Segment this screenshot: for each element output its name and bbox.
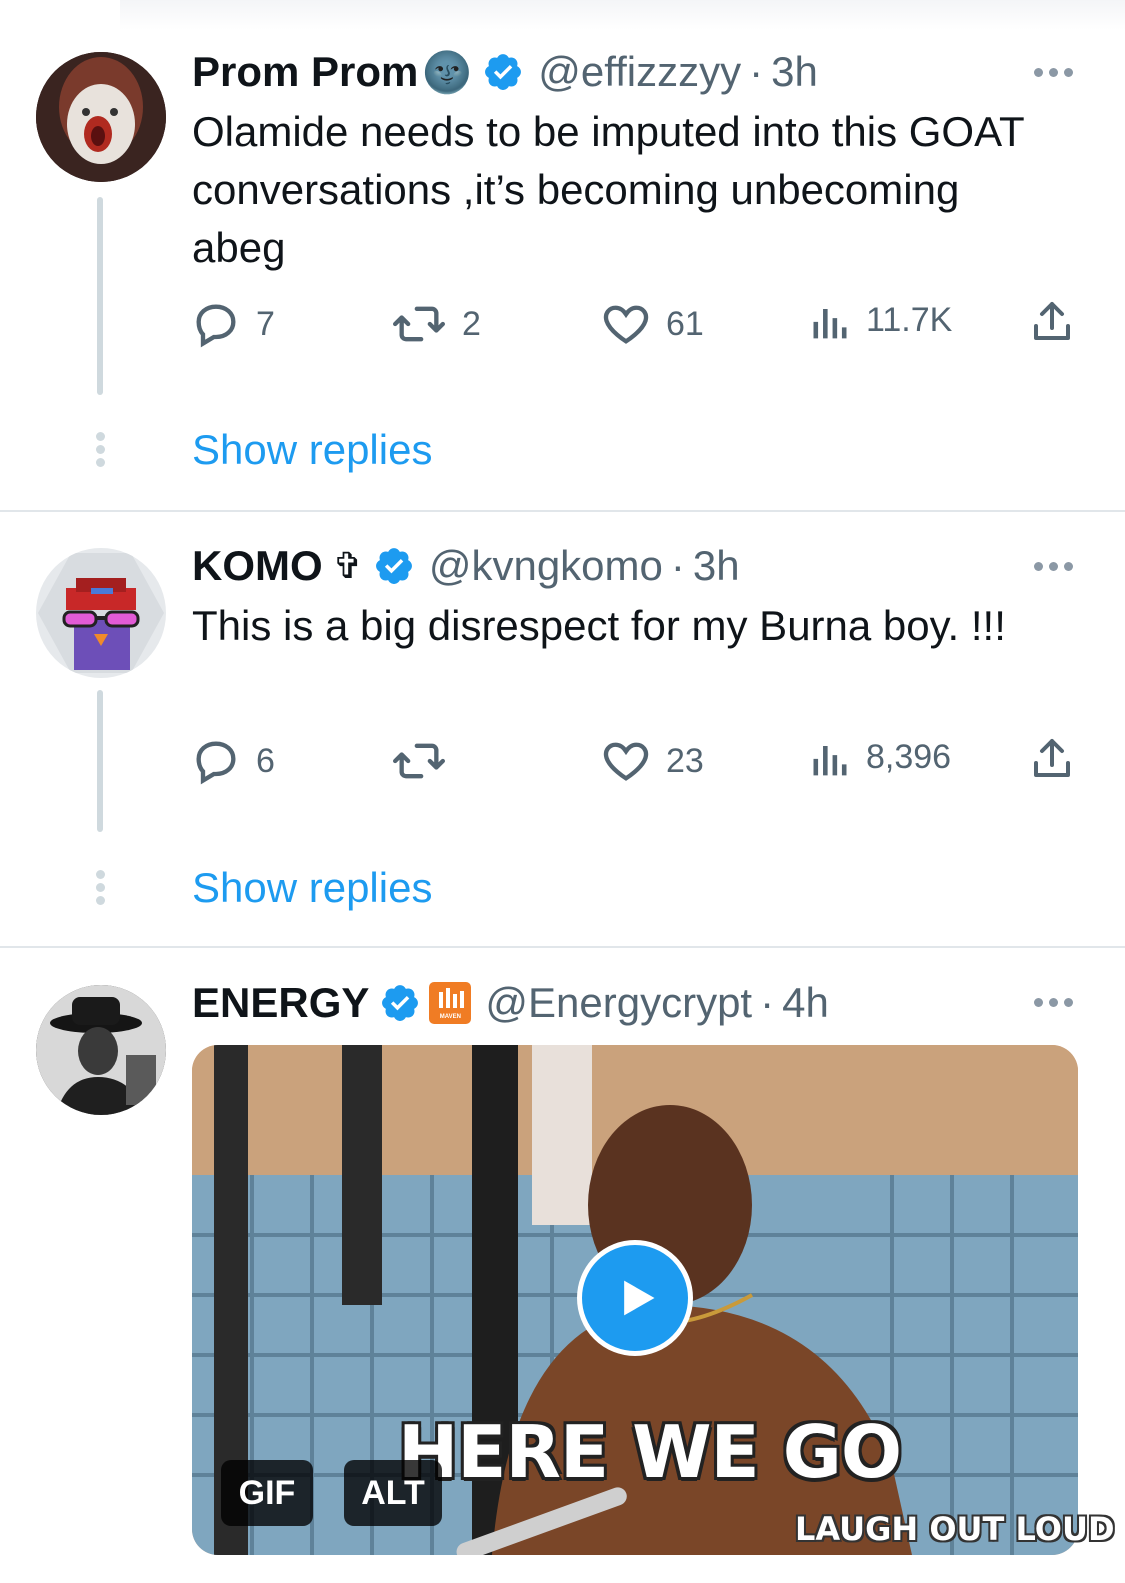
more-icon[interactable] <box>1034 562 1073 571</box>
separator: · <box>760 979 775 1026</box>
tweet-header: ENERGY MAVEN @Energycrypt · 4h <box>192 978 829 1028</box>
handle[interactable]: @kvngkomo <box>429 542 663 590</box>
reply-icon <box>196 741 236 785</box>
handle[interactable]: @Energycrypt <box>485 979 752 1027</box>
moon-emoji: 🌚 <box>422 50 473 95</box>
thread-line <box>97 690 103 832</box>
share-button[interactable] <box>1028 735 1076 783</box>
verified-badge-icon <box>375 548 412 584</box>
display-name[interactable]: KOMO <box>192 542 323 590</box>
gif-watermark: LAUGH OUT LOUD <box>795 1510 1115 1548</box>
views-icon <box>813 309 847 339</box>
share-icon <box>1034 302 1070 340</box>
reply-count: 7 <box>256 304 275 343</box>
reply-button[interactable]: 7 <box>190 298 275 350</box>
timestamp[interactable]: 4h <box>782 979 829 1027</box>
play-button[interactable] <box>577 1240 693 1356</box>
views-icon <box>813 746 847 776</box>
retweet-count: 2 <box>462 304 481 343</box>
views-button[interactable]: 8,396 <box>808 735 951 779</box>
like-icon <box>603 305 649 344</box>
retweet-icon <box>392 743 445 779</box>
thread-dots <box>95 432 105 467</box>
views-button[interactable]: 11.7K <box>808 298 952 342</box>
show-replies-link[interactable]: Show replies <box>192 864 432 912</box>
avatar[interactable] <box>36 985 166 1115</box>
reply-count: 6 <box>256 741 275 780</box>
tweet-text: This is a big disrespect for my Burna bo… <box>192 602 1006 649</box>
play-icon <box>624 1280 655 1316</box>
verified-badge-icon <box>485 54 522 90</box>
retweet-icon <box>392 306 445 342</box>
separator: · <box>670 542 685 589</box>
tweet-text: Olamide needs to be imputed into this GO… <box>192 108 1024 271</box>
action-bar: 6 23 8,396 <box>190 735 1080 785</box>
affiliate-label: MAVEN <box>439 1014 461 1020</box>
share-icon <box>1034 739 1070 777</box>
view-count: 8,396 <box>866 737 952 776</box>
avatar[interactable] <box>36 548 166 678</box>
top-fade <box>120 0 1125 30</box>
divider <box>0 946 1125 948</box>
avatar[interactable] <box>36 52 166 182</box>
tweet-header: Prom Prom 🌚 @effizzzyy · 3h <box>192 47 818 97</box>
thread-line <box>97 197 103 395</box>
separator: · <box>749 48 764 95</box>
display-name[interactable]: Prom Prom <box>192 48 418 96</box>
retweet-button[interactable] <box>390 735 462 787</box>
gif-badge: GIF <box>221 1460 313 1526</box>
view-count: 11.7K <box>866 300 953 339</box>
alt-badge[interactable]: ALT <box>344 1460 442 1526</box>
affiliate-badge[interactable]: MAVEN <box>429 982 472 1024</box>
show-replies-link[interactable]: Show replies <box>192 426 432 474</box>
reply-icon <box>196 304 236 348</box>
action-bar: 7 2 61 11.7K <box>190 298 1080 348</box>
gif-caption: HERE WE GO <box>398 1410 902 1494</box>
more-icon[interactable] <box>1034 68 1073 77</box>
like-button[interactable]: 23 <box>600 735 704 787</box>
verified-badge-icon <box>382 985 419 1021</box>
timestamp[interactable]: 3h <box>771 48 818 96</box>
like-button[interactable]: 61 <box>600 298 704 350</box>
reply-button[interactable]: 6 <box>190 735 275 787</box>
retweet-button[interactable]: 2 <box>390 298 481 350</box>
like-count: 23 <box>666 741 704 780</box>
handle[interactable]: @effizzzyy <box>538 48 741 96</box>
display-name[interactable]: ENERGY <box>192 979 369 1027</box>
cross-symbol: ✞ <box>332 545 363 587</box>
share-button[interactable] <box>1028 298 1076 346</box>
divider <box>0 510 1125 512</box>
tweet-header: KOMO ✞ @kvngkomo · 3h <box>192 541 740 591</box>
timestamp[interactable]: 3h <box>693 542 740 590</box>
thread-dots <box>95 870 105 905</box>
more-icon[interactable] <box>1034 998 1073 1007</box>
like-count: 61 <box>666 304 704 343</box>
like-icon <box>603 742 649 781</box>
